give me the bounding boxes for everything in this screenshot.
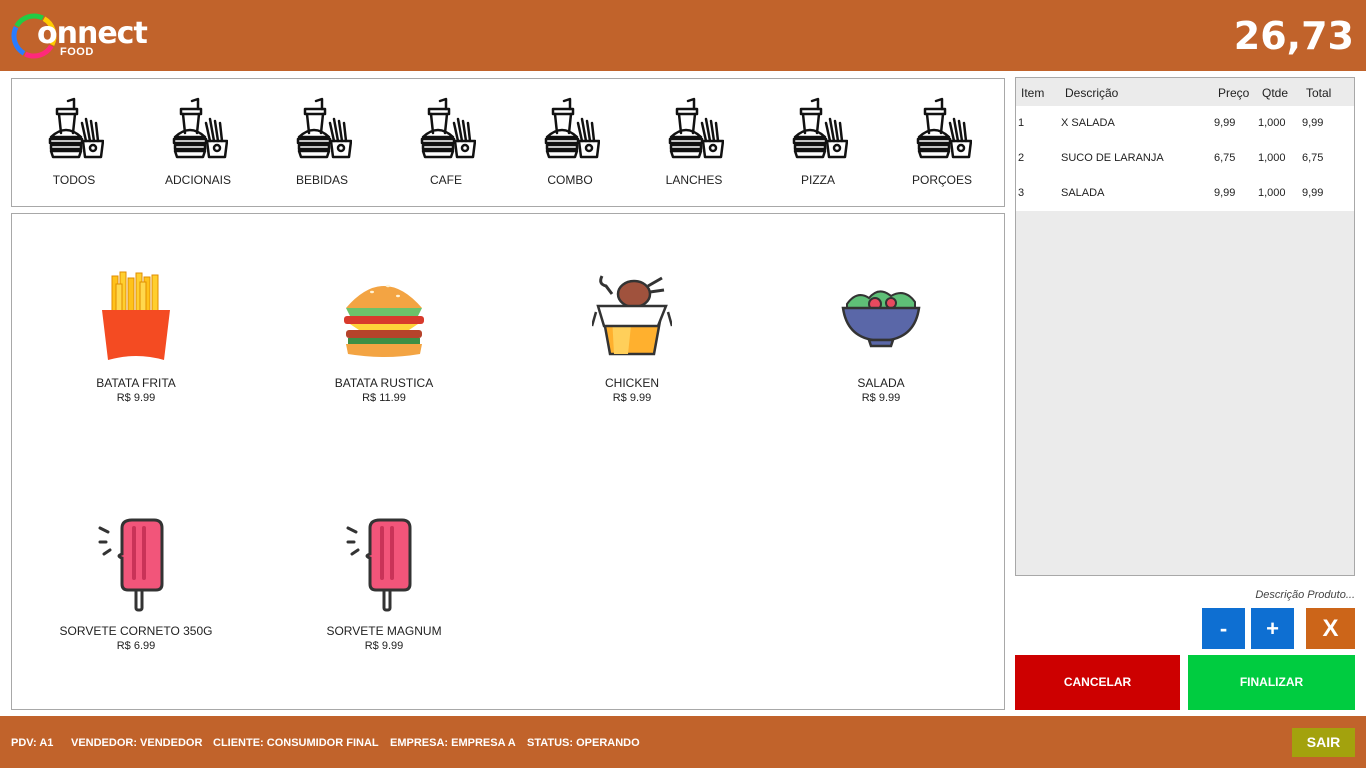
category-combo[interactable]: COMBO [508, 79, 632, 206]
category-label: BEBIDAS [295, 173, 349, 187]
salad-bowl-icon [841, 290, 921, 348]
product-description-hint: Descrição Produto... [1255, 589, 1355, 601]
cart-item-desc: X SALADA [1061, 117, 1115, 129]
exit-button[interactable]: SAIR [1292, 728, 1355, 757]
product-price: R$ 11.99 [362, 392, 406, 404]
sale-total: 26,73 [1233, 14, 1354, 58]
remove-item-button[interactable]: X [1306, 608, 1355, 649]
fast-food-icon [792, 97, 848, 159]
cart-item-number: 3 [1018, 187, 1025, 199]
cart-grid[interactable]: Item Descrição Preço Qtde Total 1 X SALA… [1015, 77, 1355, 576]
product-price: R$ 9.99 [612, 392, 652, 404]
col-price: Preço [1218, 86, 1250, 100]
product-price: R$ 6.99 [116, 640, 156, 652]
cart-row[interactable]: 2 SUCO DE LARANJA 6,75 1,000 6,75 [1016, 141, 1354, 176]
fries-icon [102, 271, 170, 360]
col-item: Item [1021, 86, 1045, 100]
cart-item-price: 9,99 [1214, 187, 1236, 199]
product-sorvete-magnum[interactable]: SORVETE MAGNUM R$ 9.99 [264, 518, 504, 678]
cart-item-qty: 1,000 [1258, 152, 1286, 164]
col-description: Descrição [1065, 86, 1119, 100]
fast-food-icon [668, 97, 724, 159]
company-status: EMPRESA: EMPRESA A [390, 737, 516, 749]
category-label: PORÇOES [911, 173, 972, 187]
fast-food-icon [172, 97, 228, 159]
chicken-box-icon [592, 275, 672, 356]
cart-row[interactable]: 3 SALADA 9,99 1,000 9,99 [1016, 176, 1354, 211]
pdv-status: PDV: A1 [11, 737, 54, 749]
cart-item-desc: SUCO DE LARANJA [1061, 152, 1164, 164]
cart-item-number: 1 [1018, 117, 1025, 129]
category-panel: TODOS ADCIONAIS BEBIDAS CAFE COMBO LANCH… [11, 78, 1005, 207]
fast-food-icon [420, 97, 476, 159]
category-lanches[interactable]: LANCHES [632, 79, 756, 206]
logo-subtitle: FOOD [60, 46, 94, 58]
category-porcoes[interactable]: PORÇOES [880, 79, 1004, 206]
product-name: BATATA RUSTICA [334, 376, 434, 390]
cart-item-qty: 1,000 [1258, 117, 1286, 129]
fast-food-icon [48, 97, 104, 159]
decrease-qty-button[interactable]: - [1202, 608, 1245, 649]
product-salada[interactable]: SALADA R$ 9.99 [761, 270, 1001, 430]
status-bar: PDV: A1 VENDEDOR: VENDEDOR CLIENTE: CONS… [0, 716, 1366, 768]
product-batata-rustica[interactable]: BATATA RUSTICA R$ 11.99 [264, 270, 504, 430]
cancel-button[interactable]: CANCELAR [1015, 655, 1180, 710]
product-sorvete-corneto[interactable]: SORVETE CORNETO 350G R$ 6.99 [16, 518, 256, 678]
category-todos[interactable]: TODOS [12, 79, 136, 206]
app-logo: onnect FOOD [10, 10, 148, 62]
category-pizza[interactable]: PIZZA [756, 79, 880, 206]
category-label: PIZZA [800, 173, 835, 187]
product-price: R$ 9.99 [364, 640, 404, 652]
fast-food-icon [296, 97, 352, 159]
col-qty: Qtde [1262, 86, 1289, 100]
cart-item-total: 9,99 [1302, 117, 1324, 129]
fast-food-icon [544, 97, 600, 159]
fast-food-icon [916, 97, 972, 159]
product-name: CHICKEN [604, 376, 659, 390]
product-name: SORVETE CORNETO 350G [59, 624, 213, 638]
product-batata-frita[interactable]: BATATA FRITA R$ 9.99 [16, 270, 256, 430]
finish-button[interactable]: FINALIZAR [1188, 655, 1355, 710]
burger-icon [344, 284, 424, 357]
cart-item-number: 2 [1018, 152, 1025, 164]
product-chicken[interactable]: CHICKEN R$ 9.99 [512, 270, 752, 430]
increase-qty-button[interactable]: + [1251, 608, 1294, 649]
product-name: BATATA FRITA [96, 376, 176, 390]
category-adcionais[interactable]: ADCIONAIS [136, 79, 260, 206]
top-bar: onnect FOOD 26,73 [0, 0, 1366, 71]
cart-item-total: 9,99 [1302, 187, 1324, 199]
seller-status: VENDEDOR: VENDEDOR [71, 737, 203, 749]
client-status: CLIENTE: CONSUMIDOR FINAL [213, 737, 379, 749]
popsicle-icon [346, 518, 412, 612]
product-panel: BATATA FRITA R$ 9.99 BATATA RUSTICA R$ 1… [11, 213, 1005, 710]
cart-item-qty: 1,000 [1258, 187, 1286, 199]
product-price: R$ 9.99 [861, 392, 901, 404]
category-label: TODOS [52, 173, 96, 187]
category-cafe[interactable]: CAFE [384, 79, 508, 206]
category-label: LANCHES [665, 173, 723, 187]
cart-item-price: 9,99 [1214, 117, 1236, 129]
category-bebidas[interactable]: BEBIDAS [260, 79, 384, 206]
cart-body: 1 X SALADA 9,99 1,000 9,99 2 SUCO DE LAR… [1016, 106, 1354, 211]
operation-status: STATUS: OPERANDO [527, 737, 640, 749]
col-total: Total [1306, 86, 1332, 100]
cart-row[interactable]: 1 X SALADA 9,99 1,000 9,99 [1016, 106, 1354, 141]
cart-header: Item Descrição Preço Qtde Total [1016, 78, 1354, 106]
category-label: CAFE [429, 173, 462, 187]
cart-item-price: 6,75 [1214, 152, 1236, 164]
product-name: SORVETE MAGNUM [326, 624, 442, 638]
main-area: TODOS ADCIONAIS BEBIDAS CAFE COMBO LANCH… [0, 71, 1366, 716]
category-label: COMBO [547, 173, 593, 187]
cart-item-desc: SALADA [1061, 187, 1105, 199]
cart-item-total: 6,75 [1302, 152, 1324, 164]
popsicle-icon [98, 518, 164, 612]
product-price: R$ 9.99 [116, 392, 156, 404]
product-name: SALADA [857, 376, 905, 390]
category-label: ADCIONAIS [164, 173, 231, 187]
